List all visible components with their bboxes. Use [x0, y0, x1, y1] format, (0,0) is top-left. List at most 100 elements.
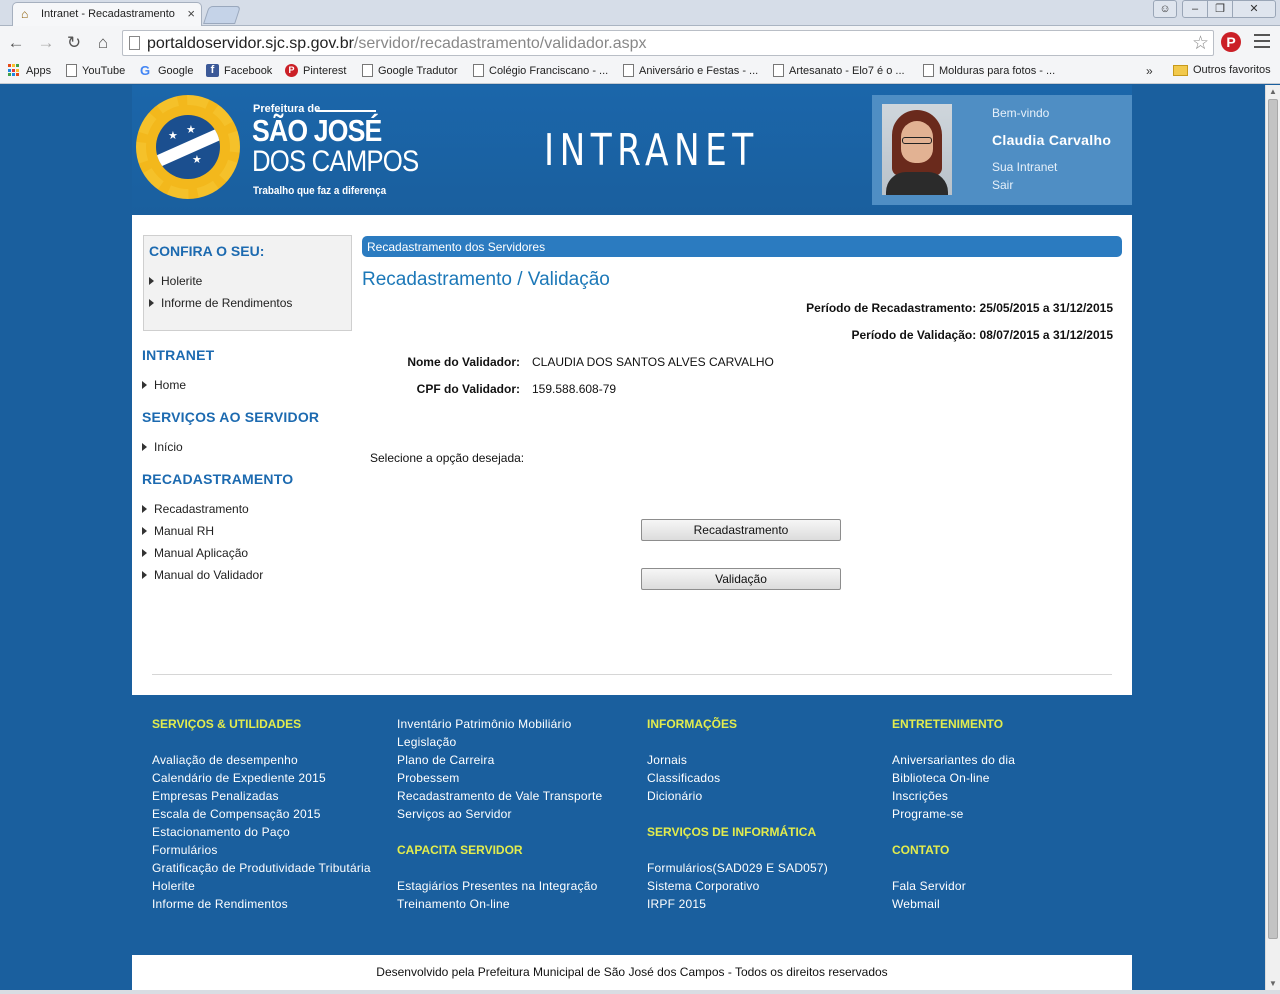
- footer-link[interactable]: Avaliação de desempenho: [152, 753, 298, 767]
- footer-link[interactable]: Legislação: [397, 735, 456, 749]
- footer-heading-informacoes: INFORMAÇÕES: [647, 717, 737, 731]
- forward-arrow-icon[interactable]: →: [36, 33, 56, 53]
- arrow-right-icon: [142, 549, 147, 557]
- scrollbar-thumb[interactable]: [1268, 99, 1278, 939]
- footer-link[interactable]: IRPF 2015: [647, 897, 706, 911]
- logo-rule: [316, 110, 376, 112]
- bookmark-artesanato[interactable]: Artesanato - Elo7 é o ...: [773, 64, 905, 77]
- home-icon[interactable]: ⌂: [93, 33, 113, 53]
- back-arrow-icon[interactable]: ←: [6, 33, 26, 53]
- user-name: Claudia Carvalho: [992, 132, 1112, 148]
- bookmark-pinterest[interactable]: P Pinterest: [285, 64, 346, 77]
- recadastramento-button[interactable]: Recadastramento: [641, 519, 841, 541]
- footer-link[interactable]: Dicionário: [647, 789, 702, 803]
- validacao-button[interactable]: Validação: [641, 568, 841, 590]
- page-icon: [473, 64, 484, 77]
- footer-link[interactable]: Informe de Rendimentos: [152, 897, 288, 911]
- bookmark-label: Google Tradutor: [378, 64, 458, 77]
- sidebar-heading-intranet: INTRANET: [142, 347, 215, 363]
- footer-link[interactable]: Treinamento On-line: [397, 897, 510, 911]
- main-content-area: CONFIRA O SEU: Holerite Informe de Rendi…: [132, 215, 1132, 695]
- footer-link[interactable]: Recadastramento de Vale Transporte: [397, 789, 602, 803]
- footer-link[interactable]: Estacionamento do Paço: [152, 825, 290, 839]
- footer-link[interactable]: Jornais: [647, 753, 687, 767]
- restore-button[interactable]: ❐: [1207, 0, 1233, 18]
- arrow-right-icon: [142, 571, 147, 579]
- sidebar-item-holerite[interactable]: Holerite: [149, 274, 202, 288]
- sidebar-item-manual-aplicacao[interactable]: Manual Aplicação: [142, 546, 248, 560]
- sidebar-item-recadastramento[interactable]: Recadastramento: [142, 502, 249, 516]
- site-header: ★ ★ ★ Prefeitura de SÃO JOSÉ DOS CAMPOS …: [132, 85, 1132, 215]
- footer-link[interactable]: Biblioteca On-line: [892, 771, 990, 785]
- logout-link[interactable]: Sair: [992, 178, 1013, 192]
- bookmark-molduras[interactable]: Molduras para fotos - ...: [923, 64, 1055, 77]
- bookmark-google[interactable]: G Google: [140, 64, 193, 78]
- sidebar-item-inicio[interactable]: Início: [142, 440, 183, 454]
- sidebar-item-label: Manual do Validador: [154, 568, 264, 582]
- bookmark-youtube[interactable]: YouTube: [66, 64, 125, 77]
- url-domain: portaldoservidor.sjc.sp.gov.br: [147, 35, 354, 52]
- user-welcome-box: Bem-vindo Claudia Carvalho Sua Intranet …: [872, 95, 1132, 205]
- user-profile-icon[interactable]: ☺: [1153, 0, 1177, 18]
- footer-link[interactable]: Formulários(SAD029 E SAD057): [647, 861, 828, 875]
- address-bar[interactable]: portaldoservidor.sjc.sp.gov.br/servidor/…: [122, 30, 1214, 56]
- footer-link[interactable]: Inventário Patrimônio Mobiliário: [397, 717, 571, 731]
- bookmark-star-icon[interactable]: ☆: [1192, 32, 1209, 55]
- bookmark-facebook[interactable]: f Facebook: [206, 64, 272, 77]
- scroll-down-icon[interactable]: ▼: [1269, 979, 1277, 988]
- tab-title: Intranet - Recadastramento: [41, 8, 175, 20]
- new-tab-button[interactable]: [203, 6, 241, 24]
- bookmarks-bar: Apps YouTube G Google f Facebook P Pinteres…: [0, 60, 1280, 84]
- tab-close-icon[interactable]: ×: [187, 6, 195, 21]
- footer-link[interactable]: Empresas Penalizadas: [152, 789, 279, 803]
- logo-city-line1: SÃO JOSÉ: [252, 113, 382, 148]
- footer-link[interactable]: Inscrições: [892, 789, 948, 803]
- footer-link[interactable]: Estagiários Presentes na Integração: [397, 879, 597, 893]
- footer-link[interactable]: Programe-se: [892, 807, 964, 821]
- minimize-button[interactable]: –: [1182, 0, 1208, 18]
- footer-heading-capacita-servidor: CAPACITA SERVIDOR: [397, 843, 523, 857]
- footer-link[interactable]: Serviços ao Servidor: [397, 807, 512, 821]
- bookmark-google-tradutor[interactable]: Google Tradutor: [362, 64, 458, 77]
- sidebar-item-home[interactable]: Home: [142, 378, 186, 392]
- sidebar-item-manual-rh[interactable]: Manual RH: [142, 524, 214, 538]
- footer-link[interactable]: Formulários: [152, 843, 218, 857]
- sidebar-item-manual-validador[interactable]: Manual do Validador: [142, 568, 263, 582]
- sua-intranet-link[interactable]: Sua Intranet: [992, 160, 1057, 174]
- reload-icon[interactable]: ↻: [64, 33, 84, 53]
- footer-link[interactable]: Fala Servidor: [892, 879, 966, 893]
- browser-tab-active[interactable]: ⌂ Intranet - Recadastramento ×: [12, 2, 202, 26]
- bookmark-other-folder[interactable]: Outros favoritos: [1173, 64, 1271, 76]
- bookmark-colegio[interactable]: Colégio Franciscano - ...: [473, 64, 608, 77]
- bookmark-apps[interactable]: Apps: [8, 64, 51, 77]
- footer-link[interactable]: Classificados: [647, 771, 720, 785]
- logo-tagline: Trabalho que faz a diferença: [253, 185, 387, 197]
- copyright-notice: Desenvolvido pela Prefeitura Municipal d…: [132, 955, 1132, 990]
- bookmark-label: Molduras para fotos - ...: [939, 64, 1056, 77]
- footer-link[interactable]: Calendário de Expediente 2015: [152, 771, 326, 785]
- footer-link[interactable]: Escala de Compensação 2015: [152, 807, 321, 821]
- footer-link[interactable]: Holerite: [152, 879, 195, 893]
- scroll-up-icon[interactable]: ▲: [1269, 87, 1277, 96]
- arrow-right-icon: [142, 381, 147, 389]
- url-text[interactable]: portaldoservidor.sjc.sp.gov.br/servidor/…: [147, 35, 647, 53]
- sidebar-item-label: Manual RH: [154, 524, 215, 538]
- footer-link[interactable]: Probessem: [397, 771, 460, 785]
- bookmark-aniversario[interactable]: Aniversário e Festas - ...: [623, 64, 758, 77]
- prefeitura-logo[interactable]: ★ ★ ★ Prefeitura de SÃO JOSÉ DOS CAMPOS …: [132, 95, 432, 207]
- footer-link[interactable]: Plano de Carreira: [397, 753, 494, 767]
- footer-link[interactable]: Sistema Corporativo: [647, 879, 760, 893]
- bookmark-label: YouTube: [82, 64, 126, 77]
- sidebar-item-label: Informe de Rendimentos: [161, 296, 293, 310]
- footer-link[interactable]: Aniversariantes do dia: [892, 753, 1015, 767]
- sidebar-item-informe-rendimentos[interactable]: Informe de Rendimentos: [149, 296, 292, 310]
- footer-link[interactable]: Webmail: [892, 897, 940, 911]
- bookmarks-overflow-button[interactable]: »: [1146, 64, 1153, 78]
- validator-name-value: CLAUDIA DOS SANTOS ALVES CARVALHO: [532, 355, 774, 369]
- vertical-scrollbar[interactable]: ▲ ▼: [1265, 85, 1280, 990]
- close-window-button[interactable]: ✕: [1232, 0, 1276, 18]
- browser-menu-icon[interactable]: [1254, 34, 1270, 48]
- bookmark-label: Aniversário e Festas - ...: [639, 64, 759, 77]
- pinterest-extension-icon[interactable]: P: [1221, 32, 1241, 52]
- footer-link[interactable]: Gratificação de Produtividade Tributária: [152, 861, 371, 875]
